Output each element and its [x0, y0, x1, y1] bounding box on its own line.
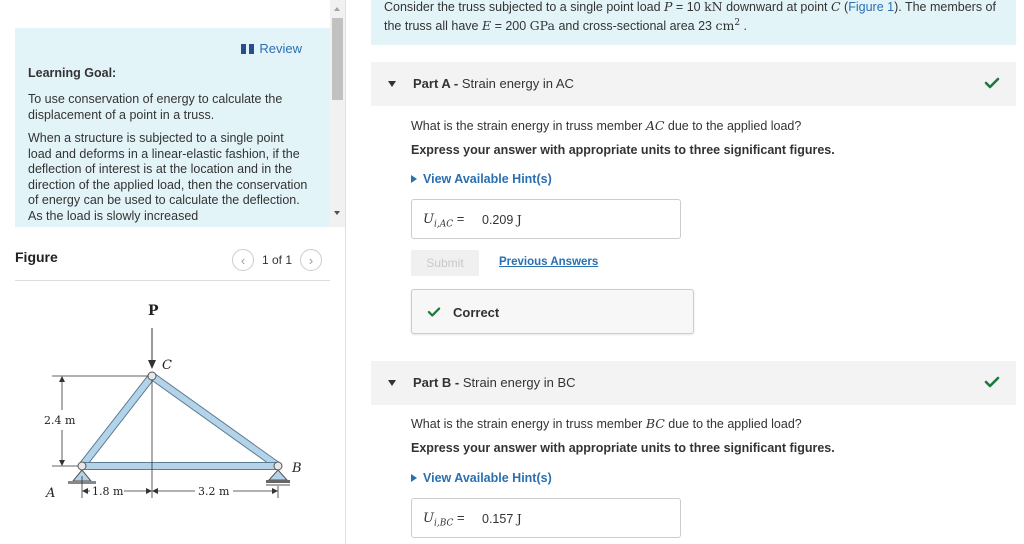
- previous-answers-link[interactable]: Previous Answers: [499, 256, 598, 268]
- book-icon: [241, 43, 255, 54]
- part-a-question: What is the strain energy in truss membe…: [411, 118, 802, 133]
- problem-statement: Consider the truss subjected to a single…: [371, 0, 1016, 45]
- goal-paragraph: To use conservation of energy to calcula…: [28, 92, 283, 122]
- scroll-up-icon[interactable]: [334, 7, 340, 11]
- node-c-label: C: [162, 358, 172, 373]
- goal-text: To use conservation of energy to calcula…: [28, 92, 308, 227]
- scroll-thumb[interactable]: [332, 18, 343, 100]
- pin-b: [273, 461, 283, 471]
- part-a-answer-field[interactable]: Ui,AC = 0.209 J: [411, 199, 681, 239]
- answer-label: Ui,BC =: [423, 510, 465, 529]
- part-b-title: Part B - Strain energy in BC: [413, 375, 576, 390]
- figure-link[interactable]: Figure 1: [848, 0, 894, 14]
- collapse-caret-icon[interactable]: [388, 81, 396, 87]
- submit-button[interactable]: Submit: [411, 250, 479, 276]
- hint-caret-icon: [411, 175, 417, 183]
- pin-c: [147, 371, 157, 381]
- answer-value: 0.157 J: [482, 511, 522, 526]
- load-arrow: [148, 328, 156, 369]
- review-label: Review: [259, 41, 302, 56]
- goal-title: Learning Goal:: [28, 66, 117, 80]
- next-figure-button[interactable]: ›: [300, 249, 323, 271]
- collapse-caret-icon[interactable]: [388, 380, 396, 386]
- part-b-instruction: Express your answer with appropriate uni…: [411, 441, 835, 455]
- truss-figure: P C B A 2.4 m 1.8 m 3.2 m: [44, 303, 302, 501]
- part-b-answer-field[interactable]: Ui,BC = 0.157 J: [411, 498, 681, 538]
- part-b-hint-link[interactable]: View Available Hint(s): [411, 471, 552, 485]
- answer-value: 0.209 J: [482, 212, 522, 227]
- correct-label: Correct: [453, 305, 500, 320]
- part-a-header[interactable]: Part A - Strain energy in AC: [371, 62, 1016, 106]
- pager-text: 1 of 1: [262, 253, 293, 267]
- left-panel: Review Learning Goal: To use conservatio…: [0, 0, 345, 544]
- node-b-label: B: [291, 461, 302, 476]
- learning-goal-box: Review Learning Goal: To use conservatio…: [15, 28, 330, 227]
- answer-label: Ui,AC =: [423, 211, 465, 230]
- dim-right-label: 3.2 m: [198, 485, 230, 498]
- part-b-header[interactable]: Part B - Strain energy in BC: [371, 361, 1016, 405]
- correct-feedback: Correct: [411, 289, 694, 334]
- dim-left-label: 1.8 m: [92, 485, 124, 498]
- hint-caret-icon: [411, 474, 417, 482]
- part-a-instruction: Express your answer with appropriate uni…: [411, 143, 835, 157]
- pin-a: [77, 461, 87, 471]
- check-icon: [984, 376, 1000, 388]
- figure-pager: ‹ 1 of 1 ›: [232, 249, 323, 271]
- support-b: [266, 469, 290, 486]
- prev-figure-button[interactable]: ‹: [232, 249, 254, 271]
- load-label: P: [148, 303, 159, 319]
- node-a-label: A: [45, 486, 55, 501]
- truss-members: [78, 372, 282, 470]
- part-a-hint-link[interactable]: View Available Hint(s): [411, 172, 552, 186]
- part-b-question: What is the strain energy in truss membe…: [411, 416, 802, 431]
- check-icon: [427, 307, 441, 317]
- goal-scrollbar[interactable]: [330, 0, 345, 227]
- part-a-title: Part A - Strain energy in AC: [413, 76, 574, 91]
- figure-divider: [15, 280, 330, 281]
- figure-title: Figure: [15, 249, 58, 265]
- right-panel: Consider the truss subjected to a single…: [346, 0, 1024, 544]
- scroll-down-icon[interactable]: [334, 211, 340, 215]
- goal-paragraph: When a structure is subjected to a singl…: [28, 131, 308, 223]
- problem-text: Consider the truss subjected to a single…: [384, 0, 996, 34]
- review-link[interactable]: Review: [241, 41, 302, 56]
- check-icon: [984, 77, 1000, 89]
- height-label: 2.4 m: [44, 414, 76, 427]
